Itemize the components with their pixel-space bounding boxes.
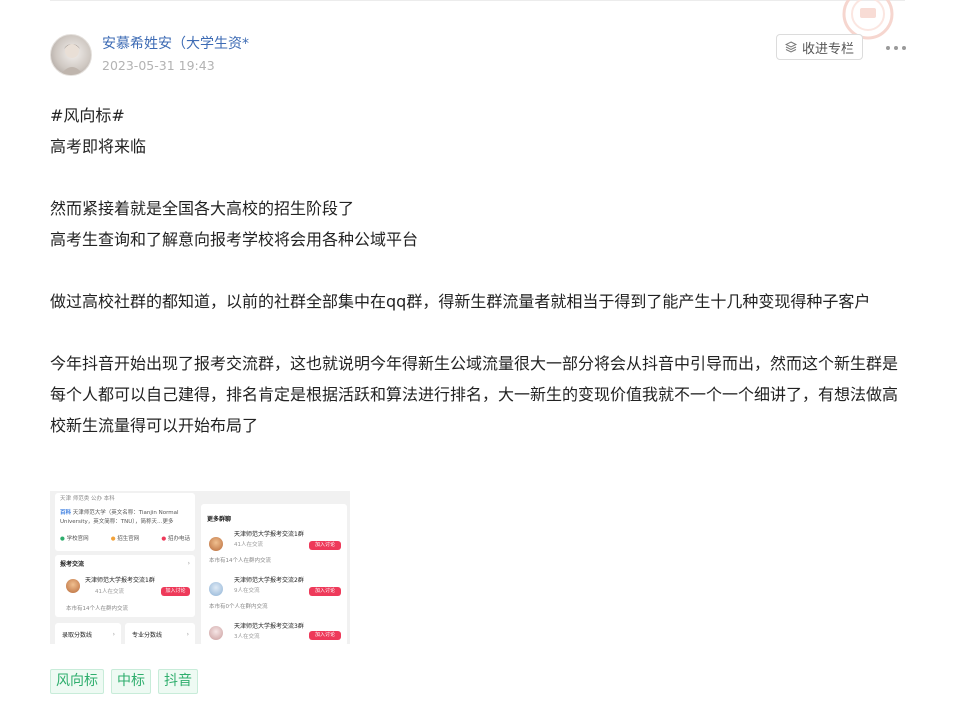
more-options-button[interactable] — [886, 44, 906, 52]
join-button[interactable]: 加入讨论 — [309, 587, 341, 596]
group-avatar — [209, 537, 223, 551]
embedded-screenshot[interactable]: 天津 师范类 公办 本科 百科 天津师范大学（英文名称：Tianjin Norm… — [50, 491, 350, 644]
school-site-link[interactable]: ● 学校官网 — [60, 535, 89, 543]
tag-item[interactable]: 抖音 — [158, 669, 198, 694]
avatar[interactable] — [50, 34, 92, 76]
post-content: #风向标# 高考即将来临 然而紧接着就是全国各大高校的招生阶段了 高考生查询和了… — [50, 100, 900, 441]
join-button[interactable]: 加入讨论 — [309, 541, 341, 550]
major-score-tab[interactable]: 专业分数线 › — [125, 623, 195, 644]
group-note: 本市有14个人在群内交流 — [209, 558, 271, 564]
school-info-card: 天津 师范类 公办 本科 百科 天津师范大学（英文名称：Tianjin Norm… — [55, 493, 195, 551]
wiki-badge: 百科 — [60, 510, 72, 516]
paragraph: 做过高校社群的都知道，以前的社群全部集中在qq群，得新生群流量者就相当于得到了能… — [50, 292, 871, 311]
layers-icon — [784, 41, 797, 53]
school-desc: University，英文简称：TNU），简称天…更多 — [60, 519, 174, 525]
post-timestamp: 2023-05-31 19:43 — [102, 58, 215, 73]
group-name: 天津师范大学报考交流1群 — [85, 577, 155, 584]
collect-to-column-button[interactable]: 收进专栏 — [776, 34, 863, 60]
join-button[interactable]: 加入讨论 — [161, 587, 190, 596]
admission-phone-link[interactable]: ● 招办电话 — [161, 535, 190, 543]
group-members: 3人在交流 — [234, 634, 260, 640]
top-divider — [50, 0, 905, 1]
group-members: 41人在交流 — [95, 589, 124, 595]
author-name[interactable]: 安慕希姓安（大学生资* — [102, 34, 249, 54]
group-name: 天津师范大学报考交流1群 — [234, 531, 304, 538]
group-note: 本市有0个人在群内交流 — [209, 604, 268, 610]
paragraph: 今年抖音开始出现了报考交流群，这也就说明今年得新生公域流量很大一部分将会从抖音中… — [50, 354, 899, 435]
group-name: 天津师范大学报考交流2群 — [234, 577, 304, 584]
collect-label: 收进专栏 — [801, 41, 854, 57]
author-block: 安慕希姓安（大学生资* 2023-05-31 19:43 — [50, 33, 249, 77]
admission-site-link[interactable]: ● 招生官网 — [111, 535, 140, 543]
more-groups-title: 更多群聊 — [207, 516, 232, 523]
chevron-right-icon: › — [186, 631, 189, 638]
exchange-card: 报考交流 › 天津师范大学报考交流1群 41人在交流 加入讨论 本市有14个人在… — [55, 555, 195, 617]
paragraph: 高考即将来临 — [50, 137, 147, 156]
score-line-tab[interactable]: 录取分数线 › — [55, 623, 121, 644]
group-note: 本市有14个人在群内交流 — [66, 606, 128, 612]
more-dots-icon — [886, 46, 890, 50]
tag-item[interactable]: 风向标 — [50, 669, 104, 694]
group-avatar — [209, 626, 223, 640]
tag-item[interactable]: 中标 — [111, 669, 151, 694]
hashtag-text[interactable]: #风向标# — [50, 100, 900, 131]
group-members: 41人在交流 — [234, 542, 263, 548]
join-button[interactable]: 加入讨论 — [309, 631, 341, 640]
school-tags: 天津 师范类 公办 本科 — [60, 496, 115, 502]
group-avatar — [209, 582, 223, 596]
group-avatar — [66, 579, 80, 593]
paragraph: 高考生查询和了解意向报考学校将会用各种公域平台 — [50, 230, 419, 249]
tag-list: 风向标 中标 抖音 — [50, 669, 205, 694]
paragraph: 然而紧接着就是全国各大高校的招生阶段了 — [50, 199, 355, 218]
group-name: 天津师范大学报考交流3群 — [234, 623, 304, 630]
exchange-title: 报考交流 — [60, 561, 85, 568]
more-groups-card: 更多群聊 天津师范大学报考交流1群 41人在交流 加入讨论 本市有14个人在群内… — [201, 504, 347, 644]
group-members: 9人在交流 — [234, 588, 260, 594]
chevron-right-icon[interactable]: › — [188, 559, 190, 568]
chevron-right-icon: › — [112, 631, 115, 638]
